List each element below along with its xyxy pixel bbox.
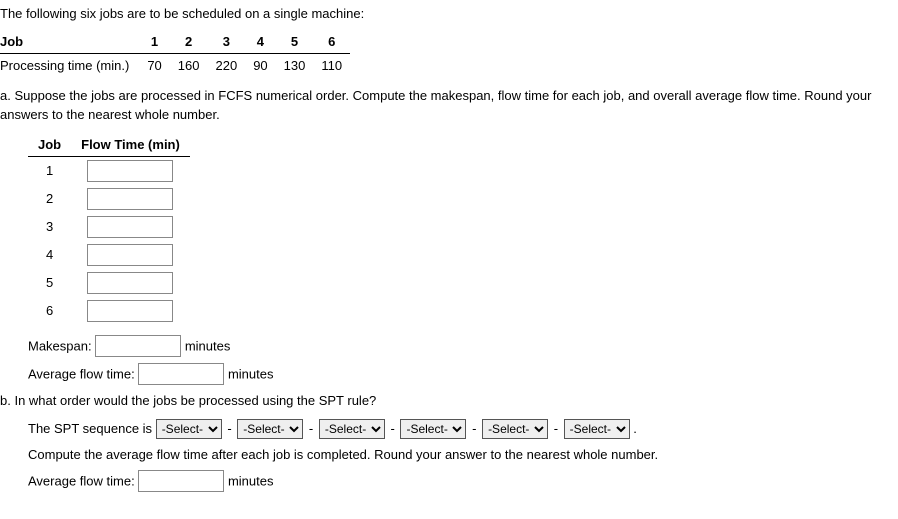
flow-row-job-3: 3: [28, 213, 71, 241]
job-col-1: 1: [139, 30, 169, 54]
job-col-4: 4: [245, 30, 275, 54]
job-col-6: 6: [313, 30, 350, 54]
proc-time-1: 70: [139, 54, 169, 78]
avg-flow-a-unit: minutes: [228, 367, 274, 382]
avg-flow-b-unit: minutes: [228, 474, 274, 489]
spt-select-1[interactable]: -Select-: [156, 419, 222, 439]
part-b-text: In what order would the jobs be processe…: [14, 393, 376, 408]
flow-row-job-2: 2: [28, 185, 71, 213]
spt-dash-1: -: [227, 421, 231, 436]
spt-select-3[interactable]: -Select-: [319, 419, 385, 439]
jobs-row-header: Job: [0, 30, 139, 54]
part-a-text: Suppose the jobs are processed in FCFS n…: [0, 88, 871, 123]
flow-time-input-3[interactable]: [87, 216, 173, 238]
flow-time-input-1[interactable]: [87, 160, 173, 182]
flow-row-job-5: 5: [28, 269, 71, 297]
spt-dash-2: -: [309, 421, 313, 436]
spt-period: .: [633, 421, 637, 436]
makespan-input[interactable]: [95, 335, 181, 357]
flow-time-input-2[interactable]: [87, 188, 173, 210]
spt-dash-5: -: [554, 421, 558, 436]
proc-time-5: 130: [276, 54, 314, 78]
flow-time-input-5[interactable]: [87, 272, 173, 294]
proc-row-header: Processing time (min.): [0, 54, 139, 78]
intro-text: The following six jobs are to be schedul…: [0, 4, 898, 24]
proc-time-2: 160: [170, 54, 208, 78]
flow-time-table: Job Flow Time (min) 1 2 3 4 5: [28, 133, 190, 326]
flow-time-input-4[interactable]: [87, 244, 173, 266]
flow-row-job-4: 4: [28, 241, 71, 269]
proc-time-6: 110: [313, 54, 350, 78]
avg-flow-b-input[interactable]: [138, 470, 224, 492]
avg-flow-a-label: Average flow time:: [28, 367, 135, 382]
flow-time-input-6[interactable]: [87, 300, 173, 322]
makespan-label: Makespan:: [28, 339, 92, 354]
part-b-label: b.: [0, 391, 11, 411]
flow-row-job-1: 1: [28, 157, 71, 186]
spt-select-2[interactable]: -Select-: [237, 419, 303, 439]
job-col-5: 5: [276, 30, 314, 54]
part-a-label: a.: [0, 86, 11, 106]
flow-head-job: Job: [28, 133, 71, 157]
spt-select-6[interactable]: -Select-: [564, 419, 630, 439]
flow-head-flow: Flow Time (min): [71, 133, 190, 157]
proc-time-3: 220: [207, 54, 245, 78]
spt-dash-3: -: [391, 421, 395, 436]
avg-flow-a-input[interactable]: [138, 363, 224, 385]
job-col-2: 2: [170, 30, 208, 54]
proc-time-4: 90: [245, 54, 275, 78]
job-col-3: 3: [207, 30, 245, 54]
jobs-data-table: Job 1 2 3 4 5 6 Processing time (min.) 7…: [0, 30, 350, 78]
compute-line: Compute the average flow time after each…: [28, 445, 898, 465]
spt-select-4[interactable]: -Select-: [400, 419, 466, 439]
spt-prefix: The SPT sequence is: [28, 421, 152, 436]
makespan-unit: minutes: [185, 339, 231, 354]
spt-select-5[interactable]: -Select-: [482, 419, 548, 439]
avg-flow-b-label: Average flow time:: [28, 474, 135, 489]
spt-dash-4: -: [472, 421, 476, 436]
flow-row-job-6: 6: [28, 297, 71, 325]
